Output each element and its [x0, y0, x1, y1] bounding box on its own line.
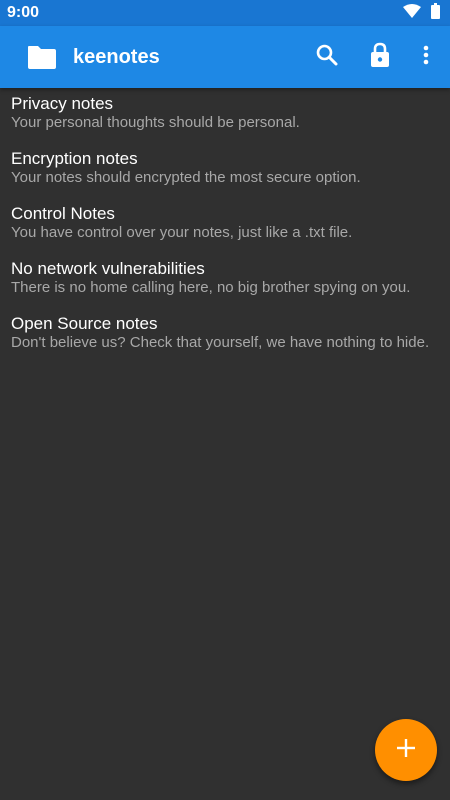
- list-item[interactable]: Open Source notes Don't believe us? Chec…: [0, 308, 450, 363]
- app-title: keenotes: [73, 46, 160, 68]
- list-item[interactable]: Privacy notes Your personal thoughts sho…: [0, 88, 450, 143]
- app-bar: keenotes: [0, 26, 450, 88]
- list-item[interactable]: Control Notes You have control over your…: [0, 198, 450, 253]
- lock-button[interactable]: [362, 39, 398, 75]
- add-note-button[interactable]: [375, 719, 437, 781]
- more-vert-icon: [423, 45, 429, 70]
- note-subtitle: Don't believe us? Check that yourself, w…: [11, 334, 430, 351]
- note-title: Encryption notes: [11, 149, 138, 168]
- note-title: Control Notes: [11, 204, 115, 223]
- note-title: Open Source notes: [11, 314, 158, 333]
- lock-icon: [370, 42, 390, 73]
- note-list: Privacy notes Your personal thoughts sho…: [0, 88, 450, 363]
- note-title: No network vulnerabilities: [11, 259, 205, 278]
- status-icons: [403, 2, 440, 24]
- note-subtitle: You have control over your notes, just l…: [11, 224, 353, 241]
- search-button[interactable]: [309, 39, 345, 75]
- add-icon: [397, 738, 415, 762]
- list-item[interactable]: Encryption notes Your notes should encry…: [0, 143, 450, 198]
- note-subtitle: Your notes should encrypted the most sec…: [11, 169, 361, 186]
- list-item[interactable]: No network vulnerabilities There is no h…: [0, 253, 450, 308]
- note-subtitle: There is no home calling here, no big br…: [11, 279, 411, 296]
- note-subtitle: Your personal thoughts should be persona…: [11, 114, 300, 131]
- more-options-button[interactable]: [408, 39, 444, 75]
- battery-icon: [431, 2, 440, 24]
- search-icon: [316, 44, 338, 71]
- status-bar: 9:00: [0, 0, 450, 26]
- wifi-icon: [403, 3, 421, 23]
- status-time: 9:00: [7, 4, 40, 21]
- screen: 9:00 keenotes Privacy notes Your persona…: [0, 0, 450, 800]
- note-title: Privacy notes: [11, 94, 114, 113]
- folder-icon: [27, 44, 57, 70]
